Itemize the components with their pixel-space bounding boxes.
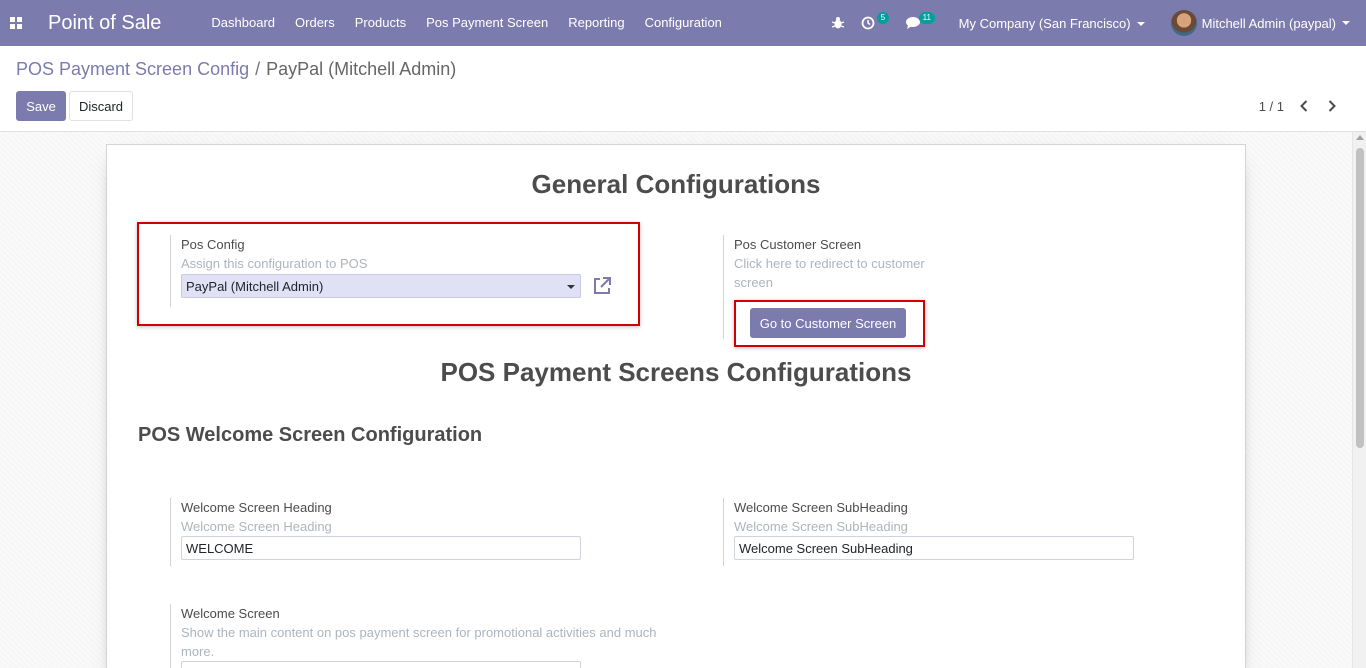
message-count-badge: 11 [918,12,935,24]
chevron-left-icon[interactable] [1290,95,1318,117]
company-switcher[interactable]: My Company (San Francisco) [949,16,1157,31]
chevron-right-icon[interactable] [1318,95,1346,117]
user-menu[interactable]: Mitchell Admin (paypal) [1157,10,1366,36]
scrollbar-thumb[interactable] [1356,148,1364,448]
menu-item-pos-payment-screen[interactable]: Pos Payment Screen [416,0,558,46]
welcome-screen-help-line2: more. [181,644,215,659]
breadcrumb: POS Payment Screen Config / PayPal (Mitche… [16,59,456,80]
welcome-screen-label: Welcome Screen [181,606,280,621]
welcome-heading-placeholder: Welcome Screen Heading [181,519,332,534]
company-name: My Company (San Francisco) [958,15,1131,31]
go-to-customer-screen-button[interactable]: Go to Customer Screen [750,308,906,338]
main-navbar: Point of Sale Dashboard Orders Products … [0,0,1366,46]
welcome-screen-help-line1: Show the main content on pos payment scr… [181,625,657,640]
welcome-section-title: POS Welcome Screen Configuration [138,424,483,446]
general-config-title: General Configurations [531,169,821,199]
save-button[interactable]: Save [16,91,66,121]
menu-item-reporting[interactable]: Reporting [558,0,634,46]
chevron-down-icon [1342,21,1350,25]
control-panel: POS Payment Screen Config / PayPal (Mitche… [0,46,1366,132]
chevron-down-icon [1136,22,1145,27]
welcome-screen-editor[interactable] [181,661,581,668]
welcome-heading-label: Welcome Screen Heading [181,500,332,515]
activity-clock-icon[interactable]: 5 [853,0,897,46]
menu-item-orders[interactable]: Orders [285,0,345,46]
form-sheet: General Configurations Pos Config Assign… [106,144,1246,668]
welcome-subheading-placeholder: Welcome Screen SubHeading [734,519,908,534]
menu-item-dashboard[interactable]: Dashboard [201,0,285,46]
chevron-down-icon [567,285,575,289]
customer-screen-help-line2: screen [734,275,774,290]
discard-button[interactable]: Discard [69,91,133,121]
menu-item-products[interactable]: Products [345,0,416,46]
avatar [1170,10,1197,36]
pos-config-select[interactable]: PayPal (Mitchell Admin) [181,274,581,298]
breadcrumb-current: PayPal (Mitchell Admin) [266,59,457,79]
debug-bug-icon[interactable] [823,0,853,46]
pos-config-label: Pos Config [181,237,245,252]
welcome-subheading-input[interactable]: Welcome Screen SubHeading [734,536,1134,560]
payment-screens-title: POS Payment Screens Configurations [440,357,912,387]
app-name[interactable]: Point of Sale [48,12,161,35]
vertical-scrollbar[interactable] [1352,132,1366,668]
pager: 1 / 1 [1259,95,1346,117]
user-name: Mitchell Admin (paypal) [1201,15,1336,31]
apps-menu-icon[interactable] [0,0,32,46]
top-menu: Dashboard Orders Products Pos Payment Sc… [201,0,731,46]
activity-count-badge: 5 [876,12,890,24]
customer-screen-label: Pos Customer Screen [734,237,862,252]
scroll-up-arrow-icon[interactable] [1356,135,1364,140]
form-view: General Configurations Pos Config Assign… [0,132,1352,668]
pos-config-help: Assign this configuration to POS [181,256,368,271]
welcome-screen-field: Welcome Screen Show the main content on … [170,604,670,668]
welcome-subheading-label: Welcome Screen SubHeading [734,500,908,515]
pager-value[interactable]: 1 / 1 [1259,99,1284,114]
menu-item-configuration[interactable]: Configuration [635,0,732,46]
messages-icon[interactable]: 11 [897,0,949,46]
customer-screen-help-line1: Click here to redirect to customer [734,256,925,271]
external-link-icon[interactable] [591,275,613,297]
pos-config-value: PayPal (Mitchell Admin) [186,278,324,294]
breadcrumb-parent[interactable]: POS Payment Screen Config [16,59,249,79]
breadcrumb-separator: / [255,59,261,79]
welcome-heading-input[interactable]: WELCOME [181,536,581,560]
